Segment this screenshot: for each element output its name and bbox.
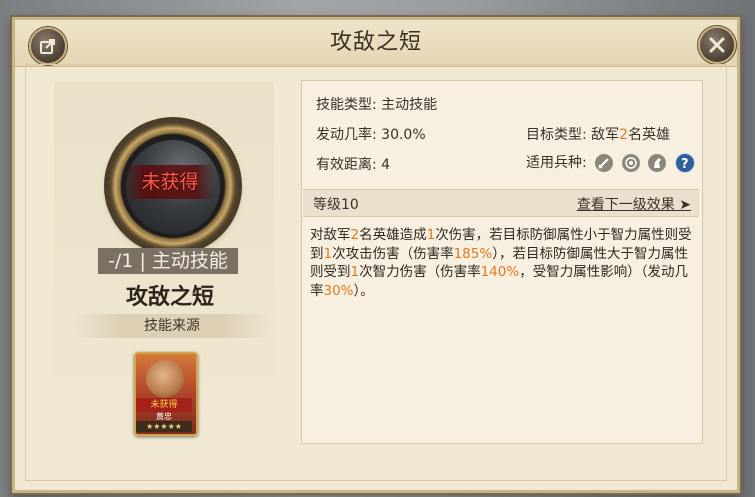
share-icon <box>40 39 55 54</box>
sword-icon[interactable] <box>595 154 614 172</box>
troop-types-row: 适用兵种: ? <box>526 152 695 173</box>
close-button[interactable] <box>698 26 736 64</box>
skill-name: 攻敌之短 <box>125 285 214 310</box>
skill-type-label: 技能类型: <box>316 97 377 113</box>
close-icon <box>709 37 725 53</box>
effective-range-label: 有效距离: <box>316 157 377 173</box>
target-count: 2 <box>619 127 629 143</box>
effective-range-value: 4 <box>381 157 391 173</box>
question-icon[interactable]: ? <box>674 153 695 173</box>
desc-value: 30% <box>323 282 354 299</box>
hero-source-card[interactable]: 未获得 黄忠 ★★★★★ <box>134 352 198 436</box>
hero-stars: ★★★★★ <box>136 421 192 432</box>
desc-text: 对敌军 <box>310 227 351 243</box>
hero-status-badge: 未获得 <box>136 398 192 412</box>
desc-value: 140% <box>480 264 520 280</box>
level-bar: 等级10 查看下一级效果 ➤ <box>303 189 699 217</box>
dialog-title: 攻敌之短 <box>329 30 422 55</box>
troop-types-label: 适用兵种: <box>526 155 587 171</box>
title-bar: 攻敌之短 <box>15 20 737 67</box>
trigger-rate-value: 30.0% <box>381 127 426 143</box>
skill-source-header: 技能来源 <box>72 314 272 338</box>
trigger-rate-row: 发动几率: 30.0% <box>316 124 426 144</box>
skill-type-row: 技能类型: 主动技能 <box>316 94 437 114</box>
share-button[interactable] <box>29 27 67 65</box>
skill-level-tag: -/1 | 主动技能 <box>98 248 238 274</box>
svg-text:?: ? <box>681 157 689 172</box>
desc-value: 2 <box>350 227 360 243</box>
target-type-label: 目标类型: <box>526 127 587 143</box>
unobtained-label: 未获得 <box>125 165 215 199</box>
trigger-rate-label: 发动几率: <box>316 127 377 143</box>
desc-text: ）。 <box>353 282 374 299</box>
desc-value: 185% <box>453 245 493 262</box>
target-type-row: 目标类型: 敌军2名英雄 <box>526 124 670 144</box>
effective-range-row: 有效距离: 4 <box>316 154 390 174</box>
desc-value: 1 <box>426 227 436 243</box>
hero-portrait <box>146 360 184 398</box>
desc-text: 次攻击伤害（伤害率 <box>332 245 454 262</box>
skill-level: 等级10 <box>313 197 359 213</box>
bow-target-icon[interactable] <box>621 154 640 172</box>
skill-description: 对敌军2名英雄造成1次伤害，若目标防御属性小于智力属性则受到1次攻击伤害（伤害率… <box>310 226 694 300</box>
desc-value: 1 <box>350 264 360 280</box>
next-level-link[interactable]: 查看下一级效果 ➤ <box>577 194 691 214</box>
target-prefix: 敌军 <box>591 127 620 143</box>
skill-type-value: 主动技能 <box>381 97 438 113</box>
desc-value: 1 <box>323 245 333 262</box>
horse-icon[interactable] <box>648 154 667 172</box>
target-suffix: 名英雄 <box>628 127 671 143</box>
desc-text: 次智力伤害（伤害率 <box>359 264 481 280</box>
desc-text: 名英雄造成 <box>359 227 427 243</box>
